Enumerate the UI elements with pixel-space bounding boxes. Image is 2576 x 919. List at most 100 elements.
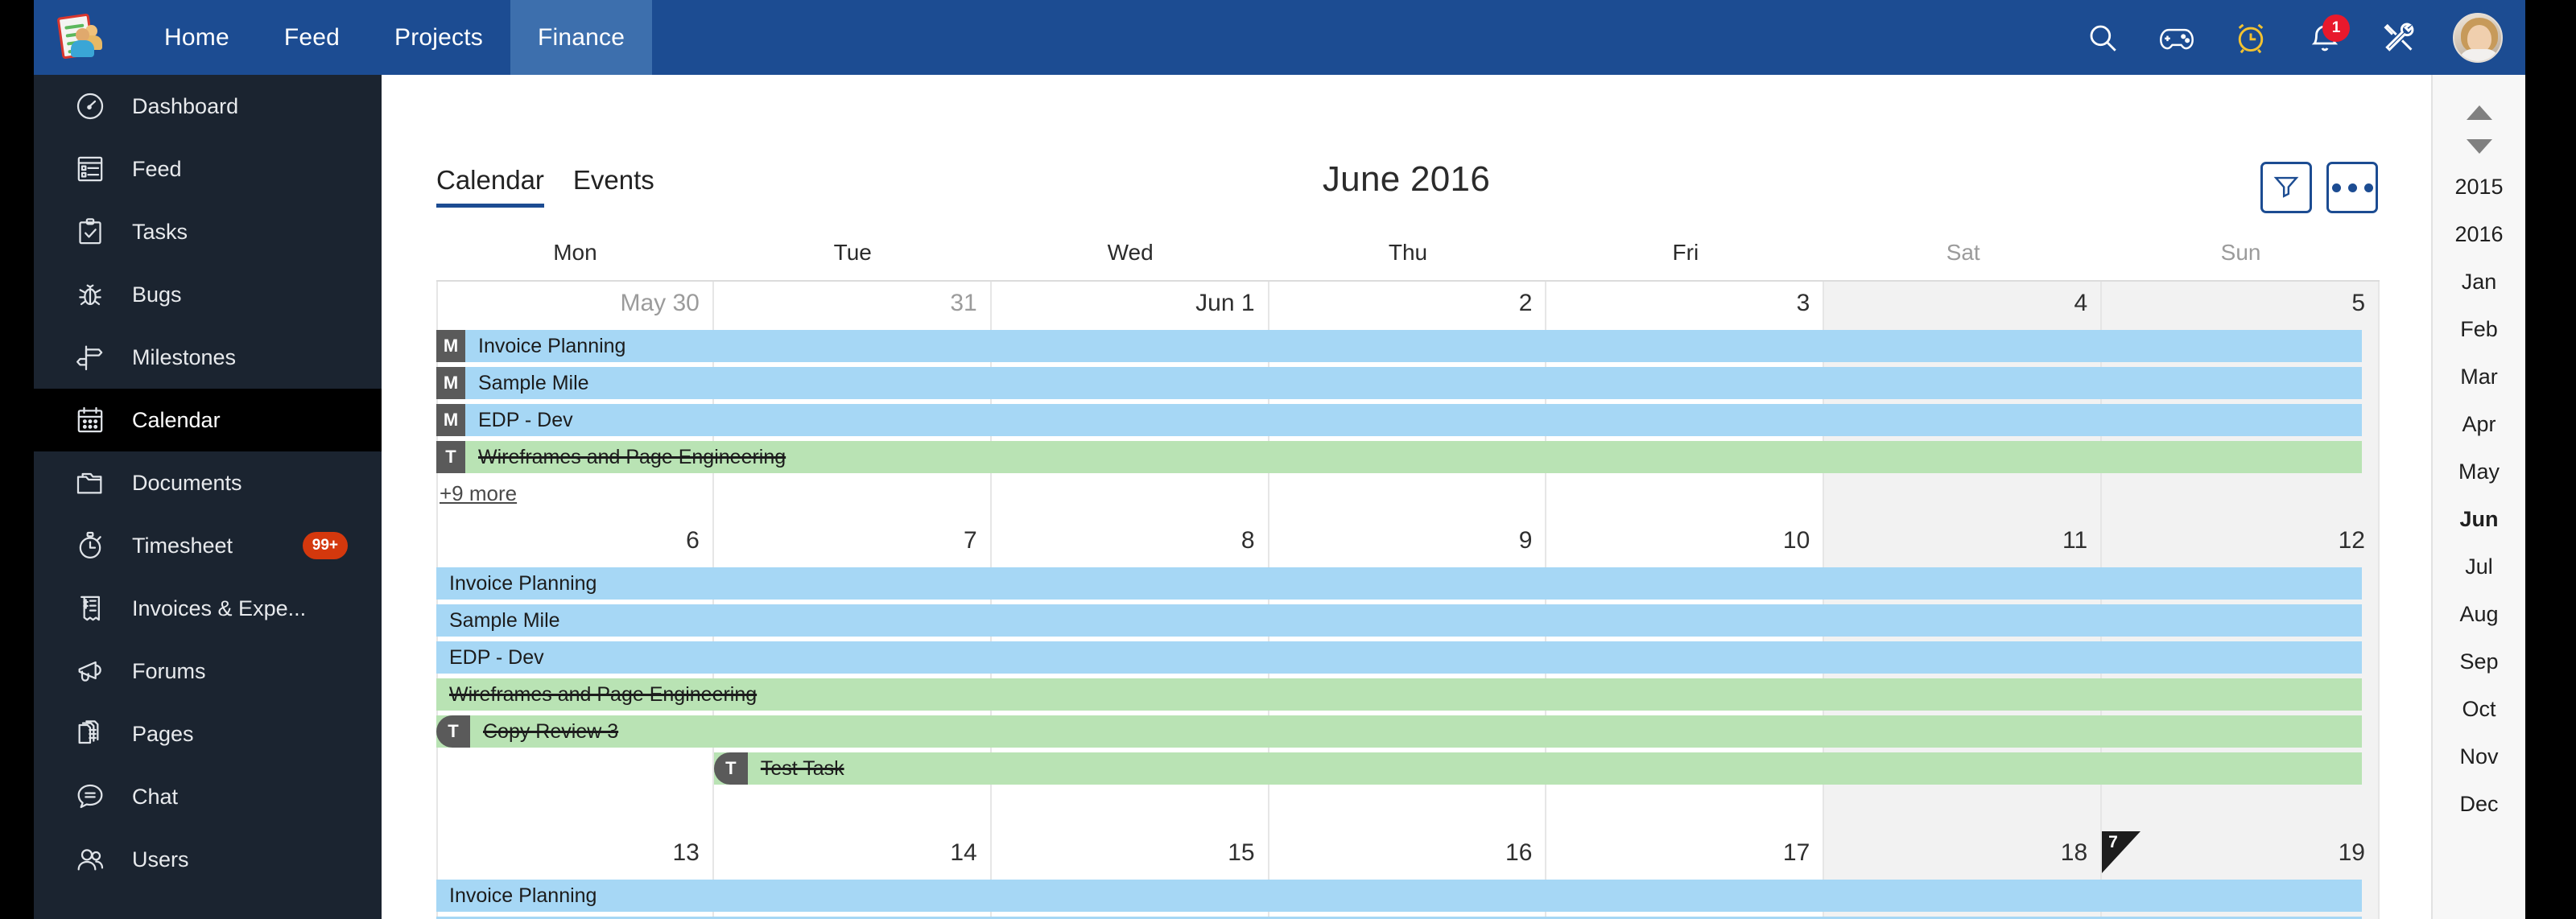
sidebar-item-tasks[interactable]: Tasks: [34, 200, 382, 263]
day-cell[interactable]: 10: [1546, 519, 1825, 563]
more-events-link[interactable]: +9 more: [440, 478, 517, 514]
brand-logo-icon[interactable]: [55, 12, 108, 62]
task-tag-icon: T: [436, 441, 465, 473]
nav-item-finance[interactable]: Finance: [510, 0, 653, 75]
week-day-numbers: May 30 31 Jun 1 2 3 4 5: [436, 282, 2380, 325]
day-cell[interactable]: 15: [992, 831, 1269, 875]
top-navigation-bar: Home Feed Projects Finance 1: [34, 0, 2525, 75]
filter-button[interactable]: [2260, 162, 2312, 213]
event-label: Invoice Planning: [478, 334, 626, 357]
rail-item-dec[interactable]: Dec: [2433, 781, 2525, 828]
day-number: 10: [1782, 527, 1810, 554]
rail-item-sep[interactable]: Sep: [2433, 638, 2525, 686]
day-number: 2: [1518, 290, 1533, 316]
nav-item-projects[interactable]: Projects: [367, 0, 510, 75]
calendar-event-bar[interactable]: M Sample Mile: [436, 367, 2362, 399]
day-cell[interactable]: 5: [2102, 282, 2380, 325]
day-cell[interactable]: 9: [1269, 519, 1547, 563]
sidebar-item-invoices-expe[interactable]: Invoices & Expe...: [34, 577, 382, 640]
alarm-clock-icon[interactable]: [2224, 11, 2277, 64]
day-header-mon: Mon: [553, 240, 597, 265]
rail-item-2016[interactable]: 2016: [2433, 211, 2525, 258]
rail-item-2015[interactable]: 2015: [2433, 163, 2525, 211]
day-number: 15: [1228, 839, 1255, 866]
sidebar-item-documents[interactable]: Documents: [34, 451, 382, 514]
day-cell[interactable]: 3: [1546, 282, 1825, 325]
day-cell[interactable]: 18: [1824, 831, 2103, 875]
rail-item-mar[interactable]: Mar: [2433, 353, 2525, 401]
day-header-wed: Wed: [1107, 240, 1154, 265]
rail-item-feb[interactable]: Feb: [2433, 306, 2525, 353]
rail-item-nov[interactable]: Nov: [2433, 733, 2525, 781]
game-controller-icon[interactable]: [2150, 11, 2203, 64]
rail-item-oct[interactable]: Oct: [2433, 686, 2525, 733]
sidebar-item-milestones[interactable]: Milestones: [34, 326, 382, 389]
calendar-event-bar[interactable]: Invoice Planning: [436, 567, 2362, 600]
day-number: 19: [2338, 839, 2365, 866]
day-cell[interactable]: 8: [992, 519, 1269, 563]
sidebar-item-feed[interactable]: Feed: [34, 138, 382, 200]
day-cell[interactable]: 11: [1824, 519, 2103, 563]
rail-item-jul[interactable]: Jul: [2433, 543, 2525, 591]
day-cell[interactable]: 31: [714, 282, 992, 325]
calendar-event-bar[interactable]: T Copy Review 3: [436, 715, 2362, 748]
rail-item-aug[interactable]: Aug: [2433, 591, 2525, 638]
calendar-event-bar[interactable]: Sample Mile: [436, 604, 2362, 637]
calendar-event-bar[interactable]: Invoice Planning: [436, 880, 2362, 912]
event-row: T Copy Review 3: [436, 715, 2380, 748]
day-cell[interactable]: 7: [714, 519, 992, 563]
sidebar-item-forums[interactable]: Forums: [34, 640, 382, 703]
day-cell[interactable]: 2: [1269, 282, 1547, 325]
sidebar-item-timesheet[interactable]: Timesheet 99+: [34, 514, 382, 577]
rail-item-jun[interactable]: Jun: [2433, 496, 2525, 543]
day-cell[interactable]: 13: [436, 831, 714, 875]
calendar-event-bar[interactable]: EDP - Dev: [436, 641, 2362, 674]
calendar-event-bar[interactable]: M EDP - Dev: [436, 404, 2362, 436]
calendar-week-row: 13 14 15 16 17 18 7 19 Invoice PlanningSample Mi…: [436, 831, 2380, 919]
rail-item-apr[interactable]: Apr: [2433, 401, 2525, 448]
tools-icon[interactable]: [2372, 11, 2425, 64]
sidebar-item-chat[interactable]: Chat: [34, 765, 382, 828]
event-row: T Test Task: [436, 752, 2380, 785]
scroll-up-arrow[interactable]: [2433, 96, 2525, 130]
day-cell[interactable]: Jun 1: [992, 282, 1269, 325]
event-label: Test Task: [760, 756, 844, 780]
more-options-button[interactable]: [2326, 162, 2378, 213]
sidebar-item-calendar[interactable]: Calendar: [34, 389, 382, 451]
event-bars-layer: M Invoice Planning M Sample Mile M EDP - Dev T…: [436, 325, 2380, 519]
search-icon[interactable]: [2076, 11, 2129, 64]
calendar-event-bar[interactable]: Wireframes and Page Engineering: [436, 678, 2362, 711]
day-cell[interactable]: May 30: [436, 282, 714, 325]
nav-item-feed[interactable]: Feed: [257, 0, 367, 75]
day-cell[interactable]: 16: [1269, 831, 1547, 875]
day-cell[interactable]: 7 19: [2102, 831, 2380, 875]
day-cell[interactable]: 17: [1546, 831, 1825, 875]
day-cell[interactable]: 4: [1824, 282, 2103, 325]
calendar-event-bar[interactable]: M Invoice Planning: [436, 330, 2362, 362]
avatar[interactable]: [2453, 12, 2503, 63]
event-row: Wireframes and Page Engineering: [436, 678, 2380, 711]
day-cell[interactable]: 12: [2102, 519, 2380, 563]
event-row: M Sample Mile: [436, 367, 2380, 399]
sidebar-item-pages[interactable]: Pages: [34, 703, 382, 765]
folder-icon: [72, 465, 108, 501]
notification-badge: 1: [2322, 14, 2350, 42]
calendar-event-bar[interactable]: T Test Task: [713, 752, 2362, 785]
sidebar-item-users[interactable]: Users: [34, 828, 382, 891]
feed-list-icon: [72, 151, 108, 187]
day-cell[interactable]: 6: [436, 519, 714, 563]
day-cell[interactable]: 14: [714, 831, 992, 875]
rail-item-may[interactable]: May: [2433, 448, 2525, 496]
sidebar-item-label: Milestones: [132, 344, 237, 369]
event-label: EDP - Dev: [478, 408, 573, 431]
sidebar-item-dashboard[interactable]: Dashboard: [34, 75, 382, 138]
clipboard-check-icon: [72, 214, 108, 249]
sidebar-item-bugs[interactable]: Bugs: [34, 263, 382, 326]
day-number: 11: [2062, 527, 2088, 554]
notifications-bell-icon[interactable]: 1: [2298, 11, 2351, 64]
sidebar-item-label: Dashboard: [132, 93, 239, 118]
scroll-down-arrow[interactable]: [2433, 130, 2525, 163]
calendar-event-bar[interactable]: T Wireframes and Page Engineering: [436, 441, 2362, 473]
rail-item-jan[interactable]: Jan: [2433, 258, 2525, 306]
nav-item-home[interactable]: Home: [137, 0, 257, 75]
